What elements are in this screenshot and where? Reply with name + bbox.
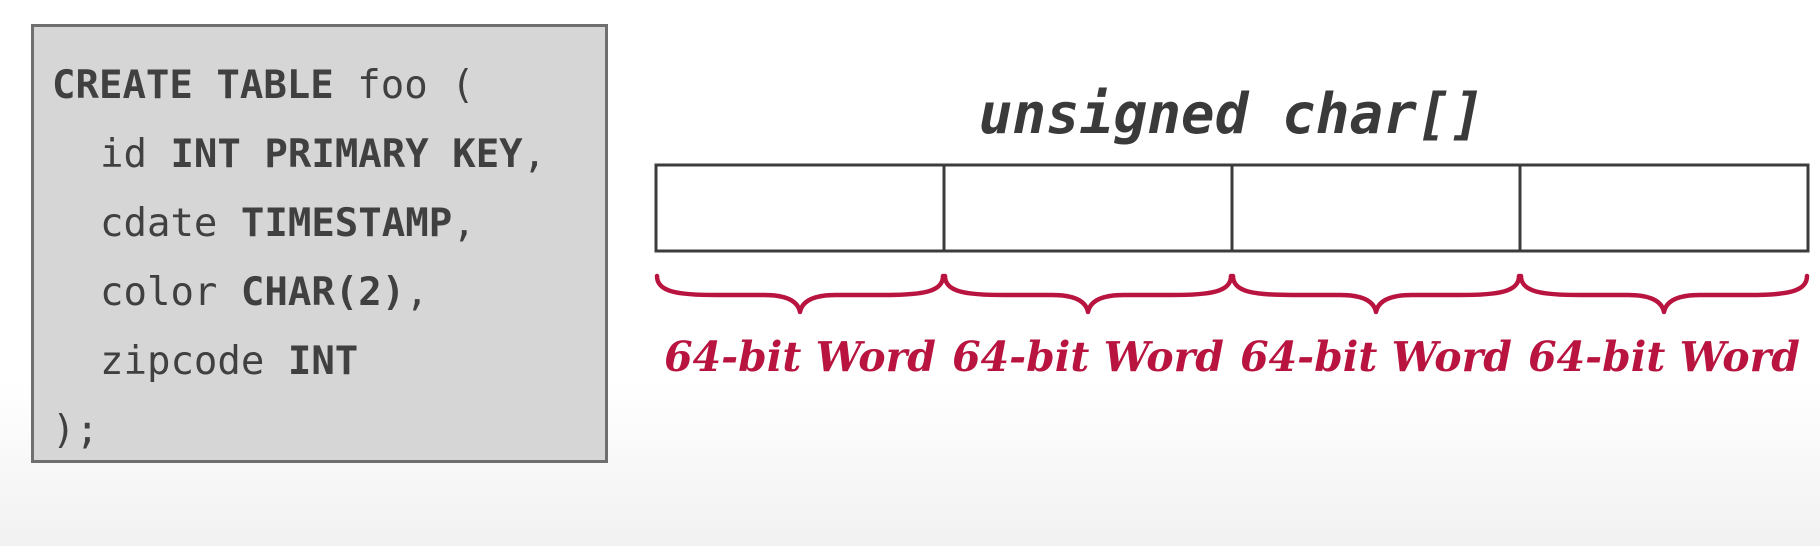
array-cell (1518, 163, 1810, 253)
word-label: 64-bit Word (1240, 333, 1512, 381)
curly-brace (1518, 273, 1810, 315)
curly-brace (942, 273, 1234, 315)
byte-array-diagram: 64-bit Word 64-bit Word 64-bit Word 64-bit … (654, 163, 1810, 381)
array-cell (942, 163, 1234, 253)
array-cell (654, 163, 946, 253)
word-label: 64-bit Word (1528, 333, 1800, 381)
curly-brace (1230, 273, 1522, 315)
word-label: 64-bit Word (664, 333, 936, 381)
word-label: 64-bit Word (952, 333, 1224, 381)
curly-brace (654, 273, 946, 315)
array-cell (1230, 163, 1522, 253)
